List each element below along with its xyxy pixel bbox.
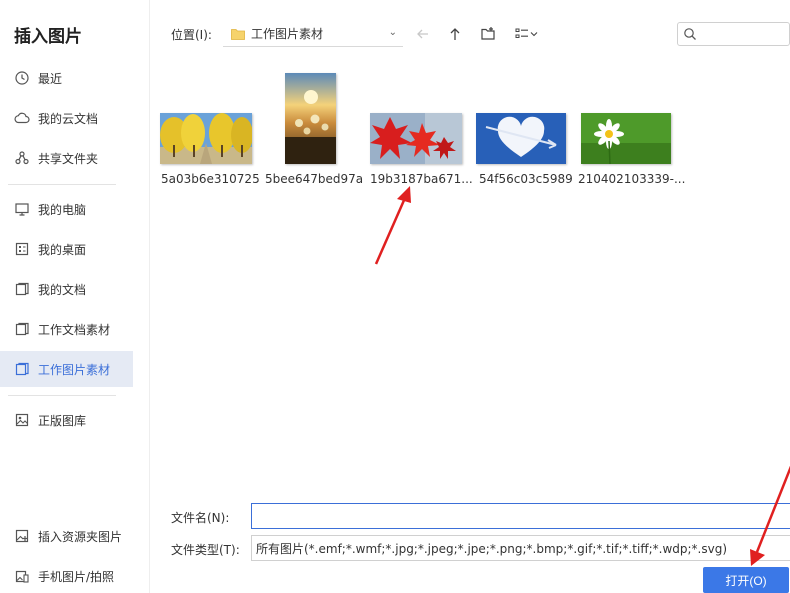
new-folder-icon: [481, 27, 495, 40]
search-box[interactable]: [677, 22, 790, 46]
folder-icon: [15, 362, 29, 376]
path-text: 工作图片素材: [251, 27, 324, 41]
sidebar-item-label: 我的桌面: [38, 242, 87, 257]
sidebar-item-label: 工作图片素材: [38, 362, 111, 377]
sidebar-item-phone-images[interactable]: 手机图片/拍照: [0, 558, 133, 593]
location-label: 位置(I):: [171, 28, 212, 42]
sidebar-item-label: 我的云文档: [38, 111, 99, 126]
file-name: 19b3187ba671...: [370, 172, 473, 186]
path-dropdown[interactable]: 工作图片素材 ⌄: [223, 21, 403, 47]
sidebar-item-my-computer[interactable]: 我的电脑: [0, 191, 133, 227]
desktop-icon: [15, 242, 29, 256]
phone-image-icon: [15, 570, 29, 583]
gallery-icon: [15, 413, 29, 427]
folder-icon: [15, 322, 29, 336]
chevron-down-icon: [530, 32, 538, 37]
sidebar-item-label: 最近: [38, 71, 63, 86]
open-button[interactable]: 打开(O): [703, 567, 789, 593]
clock-icon: [15, 71, 29, 85]
filetype-select[interactable]: 所有图片(*.emf;*.wmf;*.jpg;*.jpeg;*.jpe;*.pn…: [251, 535, 790, 561]
image-thumbnail: [581, 113, 671, 164]
file-item[interactable]: 54f56c03c5989: [476, 66, 576, 196]
sidebar-item-label: 手机图片/拍照: [38, 569, 115, 584]
dialog-title: 插入图片: [14, 27, 82, 47]
sidebar-item-shared-folder[interactable]: 共享文件夹: [0, 140, 133, 176]
up-arrow-icon: [450, 28, 460, 40]
folder-icon: [15, 282, 29, 296]
file-grid: 5a03b6e310725 5bee647bed97a 19b3187ba671…: [150, 66, 790, 486]
file-item[interactable]: 210402103339-...: [578, 66, 685, 196]
toolbar: 位置(I): 工作图片素材 ⌄: [150, 0, 790, 66]
sidebar-item-gallery[interactable]: 正版图库: [0, 402, 133, 438]
sidebar-item-label: 我的电脑: [38, 202, 87, 217]
chevron-down-icon: ⌄: [388, 27, 397, 38]
up-button[interactable]: [445, 24, 465, 44]
filetype-label: 文件类型(T):: [171, 543, 240, 557]
file-name: 5a03b6e310725: [161, 172, 260, 186]
sidebar-item-resource-images[interactable]: 插入资源夹图片: [0, 518, 133, 554]
image-thumbnail: [476, 113, 566, 164]
sidebar-divider: [8, 395, 116, 396]
file-name: 5bee647bed97a: [265, 172, 364, 186]
file-name: 210402103339-...: [578, 172, 686, 186]
image-thumbnail: [160, 113, 252, 164]
filename-input[interactable]: [251, 503, 790, 529]
sidebar-item-label: 正版图库: [38, 413, 87, 428]
search-icon: [684, 28, 696, 40]
list-view-icon: [515, 28, 528, 38]
search-input[interactable]: [700, 25, 788, 43]
share-icon: [15, 151, 29, 165]
sidebar-item-label: 共享文件夹: [38, 151, 99, 166]
sidebar-item-label: 插入资源夹图片: [38, 529, 123, 544]
resource-icon: [15, 529, 29, 543]
file-name: 54f56c03c5989: [479, 172, 573, 186]
sidebar-item-my-desktop[interactable]: 我的桌面: [0, 231, 133, 267]
new-folder-button[interactable]: [478, 24, 498, 44]
sidebar-item-label: 工作文档素材: [38, 322, 111, 337]
file-item[interactable]: 5a03b6e310725: [160, 66, 260, 196]
image-thumbnail: [370, 113, 462, 164]
view-mode-button[interactable]: [512, 24, 542, 44]
sidebar-item-cloud-docs[interactable]: 我的云文档: [0, 100, 133, 136]
sidebar: 插入图片 最近 我的云文档 共享文件夹 我的电脑 我的桌面 我的文档 工作文档素…: [0, 0, 150, 593]
sidebar-item-recent[interactable]: 最近: [0, 60, 133, 96]
folder-icon: [231, 28, 245, 40]
back-arrow-icon: [417, 29, 428, 39]
filename-label: 文件名(N):: [171, 511, 230, 525]
file-item[interactable]: 19b3187ba671...: [370, 66, 473, 196]
cloud-icon: [14, 112, 30, 124]
back-button[interactable]: [413, 24, 433, 44]
sidebar-item-my-documents[interactable]: 我的文档: [0, 271, 133, 307]
sidebar-item-label: 我的文档: [38, 282, 87, 297]
sidebar-item-work-images[interactable]: 工作图片素材: [0, 351, 133, 387]
file-item[interactable]: 5bee647bed97a: [265, 66, 365, 196]
sidebar-divider: [8, 184, 116, 185]
computer-icon: [15, 203, 29, 216]
sidebar-item-work-docs[interactable]: 工作文档素材: [0, 311, 133, 347]
image-thumbnail: [285, 73, 336, 164]
